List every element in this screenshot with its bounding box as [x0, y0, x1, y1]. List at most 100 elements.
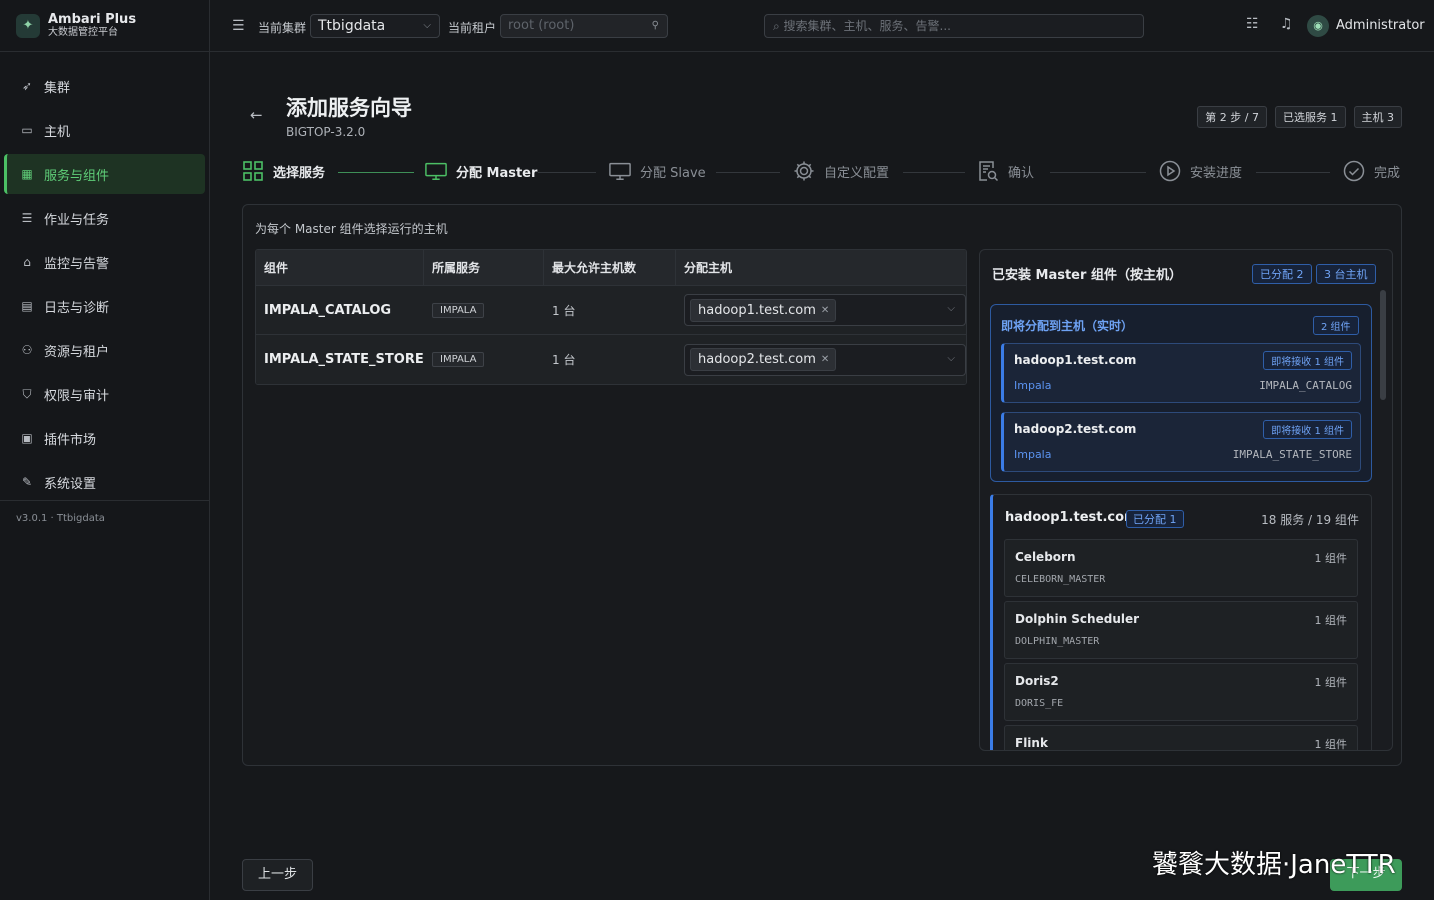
document-icon: ▤ — [21, 299, 33, 313]
host-chip-label: hadoop1.test.com — [698, 302, 816, 318]
prev-step-button[interactable]: 上一步 — [242, 859, 313, 891]
monitor-icon — [425, 160, 447, 182]
sidebar-item-label: 监控与告警 — [44, 256, 110, 272]
pending-component: IMPALA_STATE_STORE — [1232, 448, 1352, 461]
step-label: 安装进度 — [1190, 165, 1243, 181]
scrollbar[interactable] — [1380, 290, 1386, 400]
sidebar-item-resources[interactable]: ⚇ 资源与租户 — [4, 330, 205, 370]
host-select[interactable]: hadoop2.test.com ✕ ⌵ — [684, 343, 966, 376]
column-header: 组件 — [256, 250, 424, 285]
host-chip: hadoop1.test.com ✕ — [690, 298, 837, 322]
cluster-select[interactable]: Ttbigdata ⌵ — [310, 14, 440, 38]
service-card: Dolphin Scheduler 1 组件 DOLPHIN_MASTER — [1004, 601, 1358, 659]
search-input[interactable]: ⌕ 搜索集群、主机、服务、告警... — [764, 14, 1144, 38]
bell-icon[interactable]: ♫ — [1280, 16, 1293, 32]
host-chip: hadoop2.test.com ✕ — [690, 348, 837, 371]
play-icon — [1159, 160, 1181, 182]
stack-version: BIGTOP-3.2.0 — [286, 125, 366, 139]
host-select[interactable]: hadoop1.test.com ✕ ⌵ — [684, 294, 966, 326]
component-count: 1 组件 — [1314, 676, 1348, 689]
step-label: 确认 — [1008, 165, 1035, 181]
step-confirm[interactable]: 确认 — [977, 160, 1034, 182]
apps-icon: ▣ — [21, 431, 33, 445]
host-components-block: hadoop1.test.com 已分配 1 18 服务 / 19 组件 Cel… — [990, 494, 1372, 750]
service-card: Flink 1 组件 — [1004, 725, 1358, 750]
chevron-down-icon[interactable]: ⌵ — [947, 353, 955, 364]
list-icon: ☰ — [21, 211, 33, 225]
close-icon[interactable]: ✕ — [821, 305, 829, 316]
table-row: IMPALA_CATALOG IMPALA 1 台 hadoop1.test.c… — [256, 286, 966, 335]
hosts-count-badge: 3 台主机 — [1316, 264, 1376, 284]
service-name: Dolphin Scheduler — [1015, 612, 1140, 626]
sidebar-item-logs[interactable]: ▤ 日志与诊断 — [4, 286, 205, 326]
sidebar-item-jobs[interactable]: ☰ 作业与任务 — [4, 198, 205, 238]
column-header: 最大允许主机数 — [544, 250, 676, 285]
assigned-tag: 已分配 1 — [1126, 510, 1184, 528]
user-name[interactable]: Administrator — [1336, 18, 1425, 33]
step-assign-slave[interactable]: 分配 Slave — [609, 160, 706, 182]
sidebar-item-services[interactable]: ▦ 服务与组件 — [4, 154, 205, 194]
step-label: 选择服务 — [273, 165, 326, 181]
list-view-icon[interactable]: ☷ — [1246, 16, 1259, 32]
menu-toggle-icon[interactable]: ☰ — [232, 18, 245, 34]
max-hosts: 1 台 — [552, 353, 576, 367]
sidebar-item-label: 服务与组件 — [44, 168, 110, 184]
sidebar-item-label: 系统设置 — [44, 476, 97, 492]
sidebar-item-label: 日志与诊断 — [44, 300, 110, 316]
sidebar: ✦ Ambari Plus 大数据管控平台 ➶ 集群 ▭ 主机 ▦ 服务与组件 ☰ 作业… — [0, 0, 210, 900]
sidebar-item-cluster[interactable]: ➶ 集群 — [4, 66, 205, 106]
watermark: 饕餮大数据·JaneTTR — [1152, 850, 1396, 880]
step-label: 完成 — [1374, 165, 1401, 181]
back-arrow-icon[interactable]: ← — [250, 106, 263, 124]
pending-assignments: 即将分配到主机（实时） 2 组件 hadoop1.test.com 即将接收 1… — [990, 304, 1372, 482]
sidebar-item-monitoring[interactable]: ⌂ 监控与告警 — [4, 242, 205, 282]
step-connector — [903, 172, 965, 173]
tenant-select: root (root) ⚲ — [500, 14, 668, 38]
step-label: 分配 Slave — [640, 165, 706, 181]
host-chip-label: hadoop2.test.com — [698, 352, 816, 367]
network-icon: ⚲ — [651, 20, 659, 31]
close-icon[interactable]: ✕ — [821, 354, 829, 365]
cluster-label: 当前集群 — [258, 21, 307, 35]
pending-host: hadoop2.test.com — [1014, 422, 1137, 436]
table-header: 组件 所属服务 最大允许主机数 分配主机 — [256, 250, 966, 286]
step-finish[interactable]: 完成 — [1343, 160, 1400, 182]
avatar[interactable]: ◉ — [1307, 15, 1329, 37]
service-tag: IMPALA — [432, 352, 485, 367]
assign-master-panel: 为每个 Master 组件选择运行的主机 组件 所属服务 最大允许主机数 分配主… — [242, 204, 1402, 766]
sidebar-item-settings[interactable]: ✎ 系统设置 — [4, 462, 205, 502]
step-assign-master[interactable]: 分配 Master — [425, 160, 537, 182]
host-service-count: 18 服务 / 19 组件 — [1261, 513, 1359, 527]
step-label: 自定义配置 — [824, 165, 890, 181]
sidebar-item-label: 主机 — [44, 124, 71, 140]
sidebar-item-plugins[interactable]: ▣ 插件市场 — [4, 418, 205, 458]
app-logo[interactable]: ✦ Ambari Plus 大数据管控平台 — [0, 0, 209, 52]
pending-receive-badge: 即将接收 1 组件 — [1263, 351, 1352, 370]
pending-host: hadoop1.test.com — [1014, 353, 1137, 367]
host-name: hadoop1.test.com — [1005, 510, 1138, 525]
step-select-services[interactable]: 选择服务 — [242, 160, 325, 182]
component-count: 1 组件 — [1314, 614, 1348, 627]
monitor-icon — [609, 160, 631, 182]
assign-table: 组件 所属服务 最大允许主机数 分配主机 IMPALA_CATALOG IMPA… — [255, 249, 967, 385]
sidebar-item-label: 插件市场 — [44, 432, 97, 448]
pending-service: Impala — [1014, 448, 1052, 461]
grid-icon: ▦ — [21, 167, 33, 181]
pending-host-card: hadoop2.test.com 即将接收 1 组件 Impala IMPALA… — [1001, 412, 1361, 472]
table-row: IMPALA_STATE_STORE IMPALA 1 台 hadoop2.te… — [256, 335, 966, 384]
chevron-down-icon[interactable]: ⌵ — [947, 303, 955, 314]
service-name: Flink — [1015, 736, 1048, 750]
step-install-progress[interactable]: 安装进度 — [1159, 160, 1242, 182]
document-search-icon — [977, 160, 999, 182]
step-connector — [538, 172, 596, 173]
installed-title: 已安装 Master 组件（按主机） — [992, 268, 1182, 283]
column-header: 所属服务 — [424, 250, 544, 285]
search-icon: ⌕ — [773, 19, 784, 33]
monitor-icon: ▭ — [21, 123, 33, 137]
gear-icon — [793, 160, 815, 182]
sidebar-item-hosts[interactable]: ▭ 主机 — [4, 110, 205, 150]
step-custom-config[interactable]: 自定义配置 — [793, 160, 889, 182]
sidebar-item-security[interactable]: ⛉ 权限与审计 — [4, 374, 205, 414]
tenant-label: 当前租户 — [448, 21, 497, 35]
component-code: DORIS_FE — [1015, 698, 1064, 709]
